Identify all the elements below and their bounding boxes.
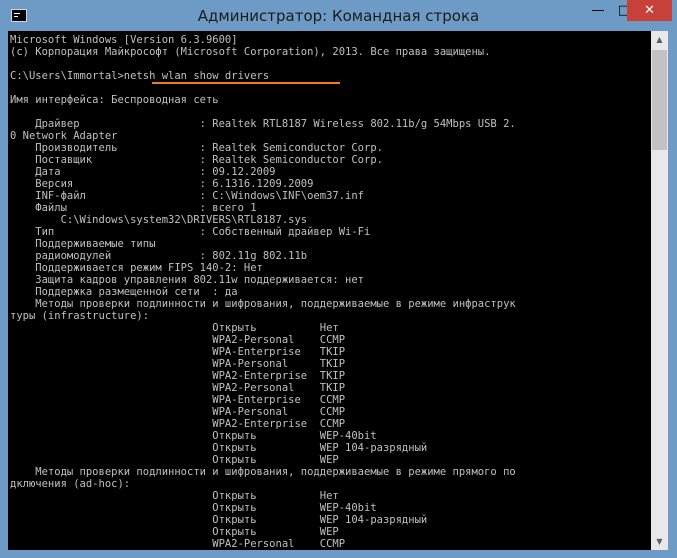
console-line: Версия : 6.1316.1209.2009 — [10, 178, 314, 190]
console-line: дключения (ad-hoc): — [10, 478, 131, 490]
console-line: туры (infrastructure): — [10, 310, 150, 322]
console-line: Имя интерфейса: Беспроводная сеть — [10, 94, 219, 106]
console-line: C:\Users\Immortal>netsh wlan show driver… — [10, 70, 270, 82]
scroll-down-arrow-icon[interactable]: ▼ — [651, 533, 668, 550]
console-line: Открыть WEP 104-разрядный — [10, 442, 428, 454]
vertical-scrollbar[interactable]: ▲ ▼ — [651, 31, 668, 550]
console-line: Поддерживаемые типы — [10, 238, 156, 250]
console-line: Открыть WEP-40bit — [10, 430, 377, 442]
scroll-up-arrow-icon[interactable]: ▲ — [651, 31, 668, 48]
console-line: Открыть Нет — [10, 490, 339, 502]
console-line: Поддерживается режим FIPS 140-2: Нет — [10, 262, 263, 274]
console-line: WPA2-Enterprise TKIP — [10, 370, 346, 382]
console-line: WPA2-Personal CCMP — [10, 334, 346, 346]
minimize-button[interactable]: — — [585, 0, 611, 21]
cmd-window: Администратор: Командная строка — □ ✕ Mi… — [0, 0, 677, 558]
console-line: Методы проверки подлинности и шифрования… — [10, 466, 516, 478]
console-output[interactable]: Microsoft Windows [Version 6.3.9600] (c) … — [8, 31, 651, 550]
console-line: WPA-Enterprise TKIP — [10, 346, 346, 358]
console-line: Открыть WEP 104-разрядный — [10, 514, 428, 526]
console-line: Открыть Нет — [10, 322, 339, 334]
console-line: C:\Windows\system32\DRIVERS\RTL8187.sys — [10, 214, 308, 226]
console-line: Открыть WEP — [10, 454, 339, 466]
console-line: 0 Network Adapter — [10, 130, 118, 142]
console-line: Поставщик : Realtek Semiconductor Corp. — [10, 154, 383, 166]
scroll-thumb[interactable] — [652, 50, 667, 150]
console-line: Защита кадров управления 802.11w поддерж… — [10, 274, 365, 286]
title-bar[interactable]: Администратор: Командная строка — □ ✕ — [0, 0, 677, 32]
console-line: INF-файл : C:\Windows\INF\oem37.inf — [10, 190, 365, 202]
console-line: (c) Корпорация Майкрософт (Microsoft Cor… — [10, 46, 491, 58]
command-highlight-underline — [152, 82, 340, 84]
window-title: Администратор: Командная строка — [197, 7, 480, 25]
close-button[interactable]: ✕ — [627, 0, 672, 21]
console-line: Открыть WEP-40bit — [10, 502, 377, 514]
console-line: Дата : 09.12.2009 — [10, 166, 276, 178]
console-line: Тип : Собственный драйвер Wi-Fi — [10, 226, 371, 238]
console-line: WPA2-Enterprise CCMP — [10, 418, 346, 430]
console-line: Файлы : всего 1 — [10, 202, 257, 214]
console-line: Производитель : Realtek Semiconductor Co… — [10, 142, 383, 154]
console-line: WPA2-Personal CCMP — [10, 538, 346, 550]
console-line: Открыть WEP — [10, 526, 339, 538]
console-line: Microsoft Windows [Version 6.3.9600] — [10, 34, 238, 46]
console-line: Методы проверки подлинности и шифрования… — [10, 298, 516, 310]
console-line: WPA-Personal TKIP — [10, 358, 346, 370]
console-line: WPA2-Personal TKIP — [10, 382, 346, 394]
console-line: радиомодулей : 802.11g 802.11b — [10, 250, 308, 262]
console-line: WPA-Enterprise CCMP — [10, 394, 346, 406]
console-line: Поддержка размещенной сети : да — [10, 286, 238, 298]
console-line: WPA-Personal CCMP — [10, 406, 346, 418]
console-line: Драйвер : Realtek RTL8187 Wireless 802.1… — [10, 118, 516, 130]
